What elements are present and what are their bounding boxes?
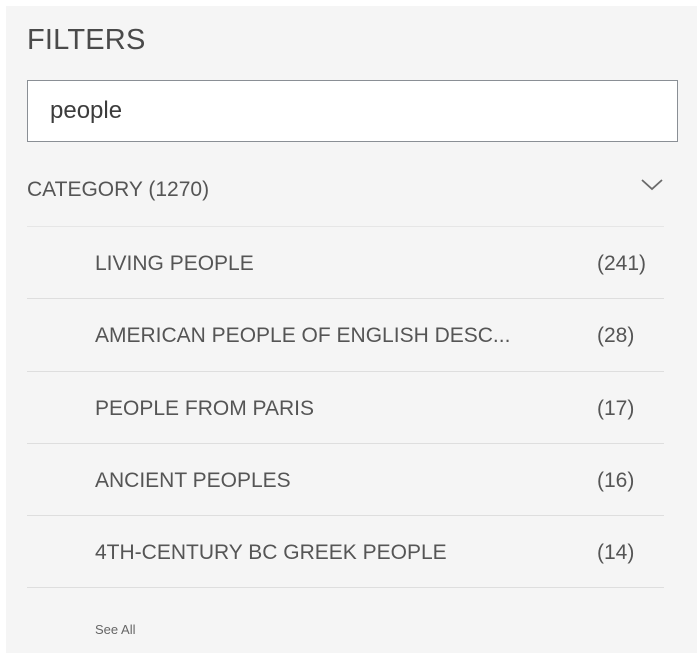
category-item-label: PEOPLE FROM PARIS (95, 397, 314, 420)
divider (27, 298, 664, 299)
category-item-ancient-peoples[interactable]: ANCIENT PEOPLES (16) (27, 445, 664, 517)
search-input[interactable] (28, 81, 677, 141)
category-item-label: 4TH-CENTURY BC GREEK PEOPLE (95, 541, 447, 564)
chevron-down-icon[interactable] (640, 174, 664, 194)
category-item-people-from-paris[interactable]: PEOPLE FROM PARIS (17) (27, 373, 664, 445)
category-item-count: (17) (597, 397, 635, 420)
category-item-label: LIVING PEOPLE (95, 252, 254, 275)
category-toggle[interactable]: CATEGORY (1270) (27, 160, 664, 220)
category-item-living-people[interactable]: LIVING PEOPLE (241) (27, 228, 664, 300)
category-item-count: (28) (597, 324, 635, 347)
category-item-count: (241) (597, 252, 647, 275)
category-item-label: ANCIENT PEOPLES (95, 469, 291, 492)
see-all-link[interactable]: See All (95, 622, 135, 637)
category-item-american-people-of-english-descent[interactable]: AMERICAN PEOPLE OF ENGLISH DESC... (28) (27, 300, 664, 372)
category-label: CATEGORY (1270) (27, 178, 210, 201)
category-item-count: (14) (597, 541, 635, 564)
filters-title: FILTERS (27, 24, 146, 56)
search-field[interactable] (27, 80, 678, 142)
category-item-count: (16) (597, 469, 635, 492)
divider (27, 226, 664, 227)
divider (27, 515, 664, 516)
category-item-label: AMERICAN PEOPLE OF ENGLISH DESC... (95, 324, 511, 347)
category-item-4th-century-bc-greek-people[interactable]: 4TH-CENTURY BC GREEK PEOPLE (14) (27, 517, 664, 589)
divider (27, 371, 664, 372)
divider (27, 587, 664, 588)
divider (27, 443, 664, 444)
